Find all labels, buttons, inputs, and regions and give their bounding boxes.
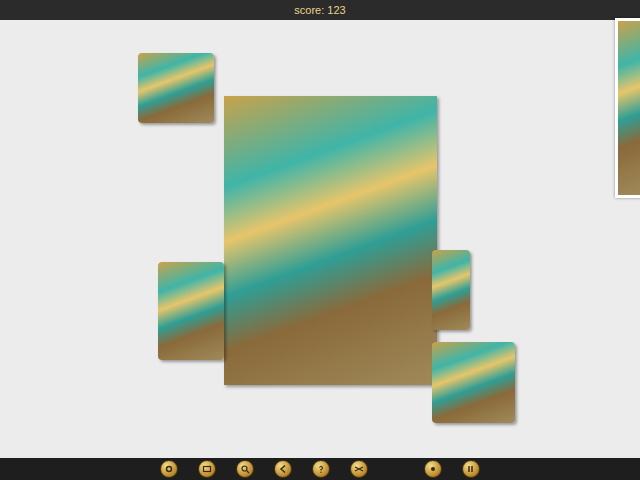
zoom-icon[interactable] (236, 460, 254, 478)
preview-thumbnail[interactable] (615, 18, 640, 198)
help-icon[interactable] (312, 460, 330, 478)
puzzle-piece[interactable] (432, 250, 470, 330)
back-icon[interactable] (274, 460, 292, 478)
back-icon-glyph (278, 464, 288, 474)
help-icon-glyph (316, 464, 326, 474)
top-bar: score: 123 (0, 0, 640, 20)
assembled-puzzle[interactable] (224, 96, 437, 385)
bottom-toolbar (0, 458, 640, 480)
zoom-icon-glyph (240, 464, 250, 474)
puzzle-piece[interactable] (432, 342, 515, 423)
picture-icon[interactable] (198, 460, 216, 478)
settings-icon[interactable] (160, 460, 178, 478)
score-label: score: 123 (294, 5, 345, 16)
shuffle-icon-glyph (354, 464, 364, 474)
sun-icon[interactable] (424, 460, 442, 478)
settings-icon-glyph (164, 464, 174, 474)
picture-icon-glyph (202, 464, 212, 474)
shuffle-icon[interactable] (350, 460, 368, 478)
exit-icon[interactable] (462, 460, 480, 478)
puzzle-piece[interactable] (158, 262, 224, 360)
game-screen: score: 123 (0, 0, 640, 480)
exit-icon-glyph (466, 464, 476, 474)
puzzle-piece[interactable] (138, 53, 214, 123)
puzzle-board (0, 20, 640, 458)
sun-icon-glyph (428, 464, 438, 474)
